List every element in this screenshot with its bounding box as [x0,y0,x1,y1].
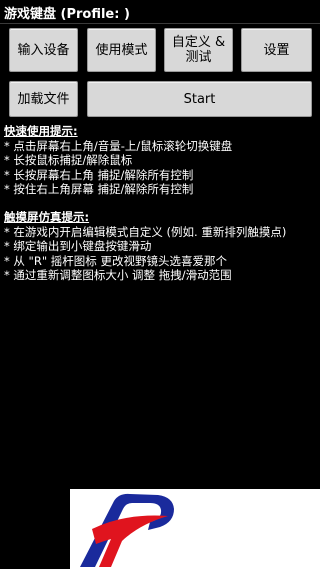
settings-label: 设置 [263,42,290,58]
touch-tips-heading: 触摸屏仿真提示: [4,210,90,224]
quick-tip-item: * 按住右上角屏幕 捕捉/解除所有控制 [4,182,194,196]
touch-tips-section: 触摸屏仿真提示: * 在游戏内开启编辑模式自定义 (例如. 重新排列触摸点) *… [4,210,316,283]
quick-tips-heading: 快速使用提示: [4,124,78,138]
touch-tip-item: * 在游戏内开启编辑模式自定义 (例如. 重新排列触摸点) [4,224,287,239]
start-button[interactable]: Start [87,81,312,117]
customize-label-line2: 测试 [185,50,212,65]
customize-test-button[interactable]: 自定义 & 测试 [164,28,233,72]
watermark-logo [70,489,320,569]
usage-mode-label: 使用模式 [95,42,148,58]
input-device-label: 输入设备 [17,42,70,58]
quick-tip-item: * 长按鼠标捕捉/解除鼠标 [4,153,133,167]
quick-tips-section: 快速使用提示: * 点击屏幕右上角/音量-上/鼠标滚轮切换键盘 * 长按鼠标捕捉… [4,124,316,197]
load-file-button[interactable]: 加载文件 [9,81,78,117]
load-file-label: 加载文件 [17,91,70,107]
settings-button[interactable]: 设置 [241,28,312,72]
stylized-p-logo-icon [80,493,174,567]
start-label: Start [183,91,216,107]
usage-mode-button[interactable]: 使用模式 [87,28,156,72]
touch-tip-item: * 绑定输出到小键盘按键滑动 [4,239,152,253]
title-bar: 游戏键盘 (Profile: ) [0,0,320,24]
touch-tip-item: * 从 "R" 摇杆图标 更改视野镜头选喜爱那个 [4,253,227,268]
quick-tip-item: * 点击屏幕右上角/音量-上/鼠标滚轮切换键盘 [4,138,233,153]
quick-tip-item: * 长按屏幕右上角 捕捉/解除所有控制 [4,167,194,182]
app-title: 游戏键盘 (Profile: ) [4,7,130,22]
input-device-button[interactable]: 输入设备 [9,28,78,72]
customize-label-line1: 自定义 & [171,35,226,50]
touch-tip-item: * 通过重新调整图标大小 调整 拖拽/滑动范围 [4,268,232,282]
